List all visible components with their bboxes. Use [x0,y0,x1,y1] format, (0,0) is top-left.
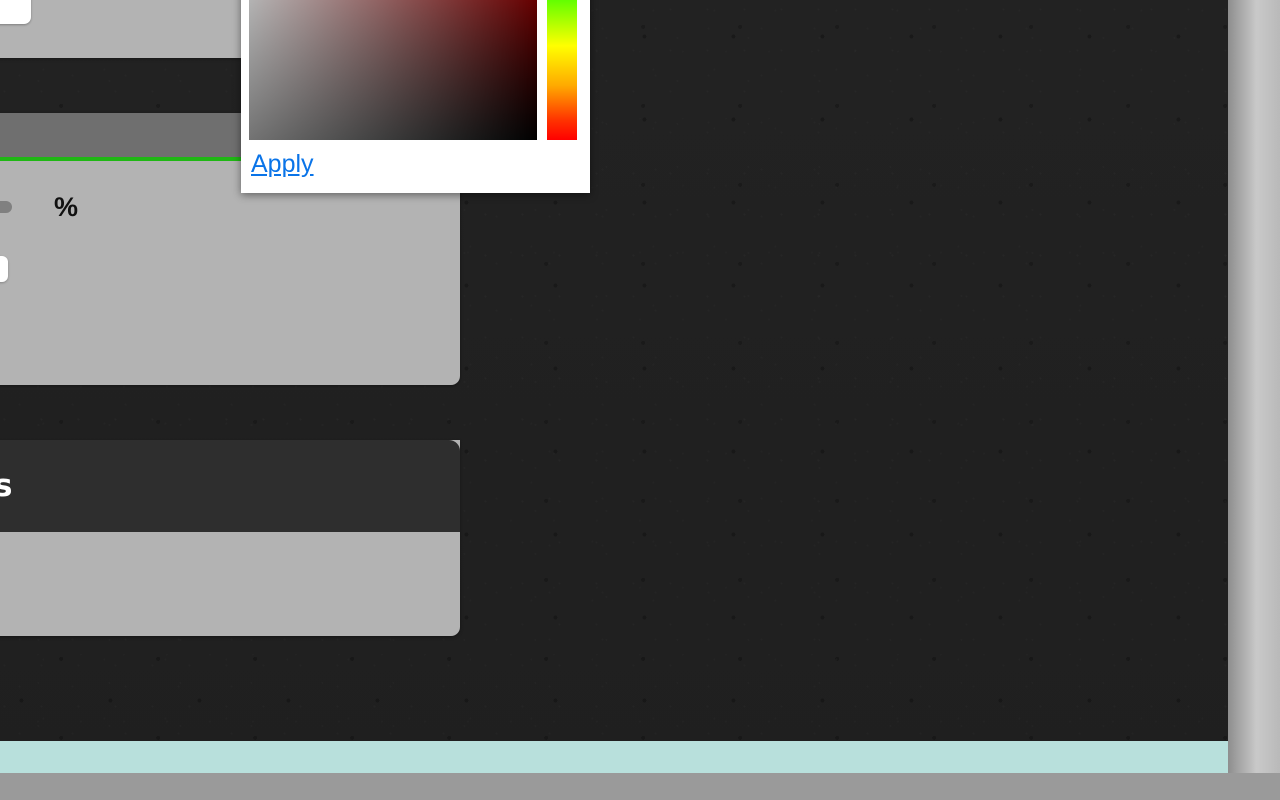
hue-strip[interactable] [547,0,577,140]
color-picker-popup: Apply [241,0,590,193]
app-root: Borders Style: Dashed Corners [0,0,1280,800]
window-bottom-chrome [0,773,1280,800]
color-picker-footer: Apply [241,144,590,193]
panel-header-miscellaneous: Miscellaneous [0,440,460,532]
row-corner-radius: % [0,187,438,227]
row-misc-color: #000000 [0,558,438,602]
panel-body-corners: % When Hovering: When Clicking: [0,161,460,385]
corner-radius-slider[interactable] [0,201,12,213]
panel-title-miscellaneous: Miscellaneous [0,468,12,504]
row-when-hovering: When Hovering: [0,249,438,289]
color-picker-body [241,0,590,144]
window-right-gutter [1228,0,1280,773]
panel-body-miscellaneous: #000000 [0,532,460,636]
panel-miscellaneous: Miscellaneous #000000 [0,440,460,636]
apply-link[interactable]: Apply [251,150,314,178]
border-style-select[interactable]: Dashed [0,0,31,24]
corner-radius-unit: % [54,191,79,222]
horizontal-scrollbar-track[interactable] [0,741,1228,773]
row-when-clicking: When Clicking: [0,311,438,351]
saturation-value-area[interactable] [249,0,537,140]
when-hovering-checkbox[interactable] [0,256,8,282]
